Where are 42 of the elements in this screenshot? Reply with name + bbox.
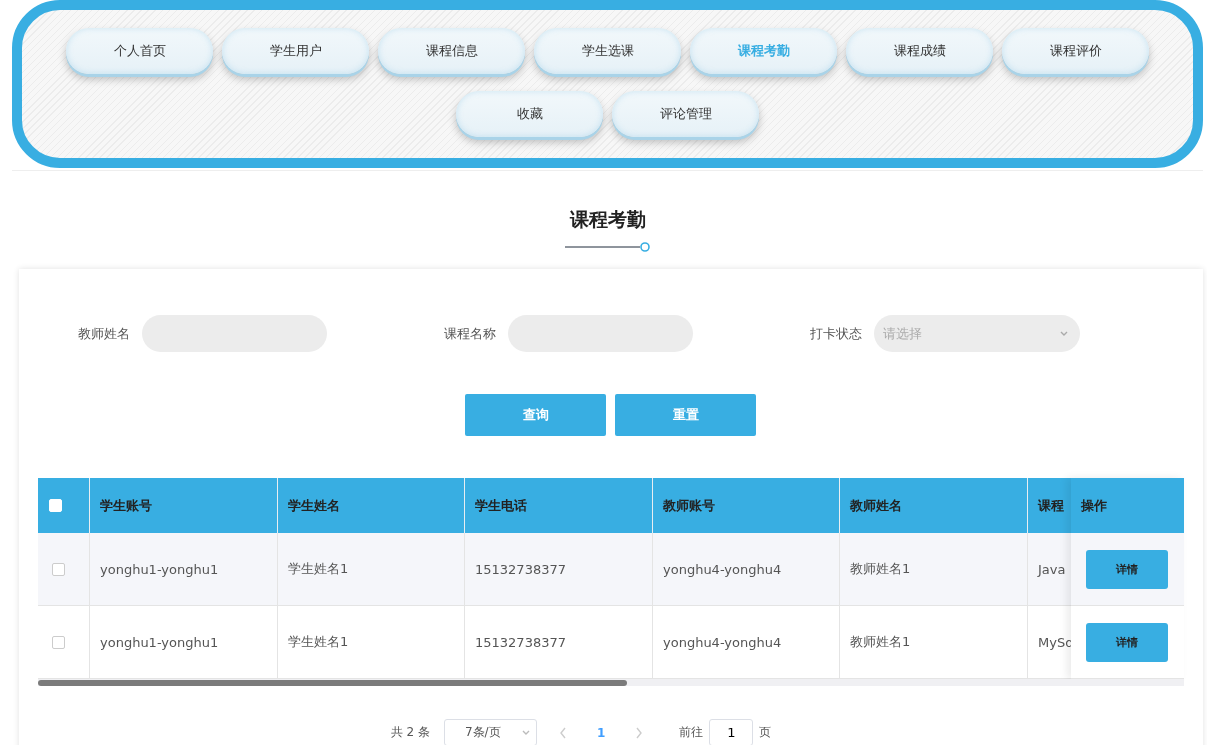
table-cell: 15132738377 [465, 533, 653, 606]
table-cell: 15132738377 [465, 606, 653, 679]
table-cell: yonghu4-yonghu4 [653, 606, 840, 679]
goto-page-field[interactable]: 1 [709, 719, 754, 745]
table-cell: 学生姓名1 [278, 606, 465, 679]
select-all-checkbox[interactable] [49, 499, 62, 512]
column-header: 教师账号 [653, 478, 840, 533]
next-page-icon[interactable] [635, 726, 644, 739]
page-size-select[interactable]: 7条/页 [443, 719, 537, 745]
column-header: 学生账号 [90, 478, 278, 533]
nav-button[interactable]: 学生选课 [534, 28, 681, 74]
nav-button[interactable]: 收藏 [456, 91, 603, 137]
row-checkbox[interactable] [52, 635, 65, 649]
table-cell: 学生姓名1 [278, 533, 465, 606]
table-cell: 教师姓名1 [840, 606, 1028, 679]
row-checkbox[interactable] [52, 562, 65, 576]
goto-label: 前往 [679, 724, 704, 741]
column-header: 学生电话 [465, 478, 653, 533]
total-count: 共 2 条 [390, 724, 430, 741]
page-title: 课程考勤 [569, 207, 646, 232]
filter-label: 打卡状态 [810, 324, 862, 343]
column-header: 教师姓名 [840, 478, 1028, 533]
page-suffix: 页 [759, 724, 772, 741]
table-cell: yonghu4-yonghu4 [653, 533, 840, 606]
column-header: 操作 [1071, 478, 1184, 533]
nav-button[interactable]: 课程信息 [378, 28, 525, 74]
nav-button[interactable]: 个人首页 [66, 28, 213, 74]
prev-page-icon[interactable] [558, 726, 567, 739]
nav-button[interactable]: 学生用户 [222, 28, 369, 74]
title-underline-icon [564, 242, 651, 252]
nav-button[interactable]: 评论管理 [612, 91, 759, 137]
scrollbar-thumb[interactable] [38, 680, 627, 686]
table-cell: yonghu1-yonghu1 [90, 606, 278, 679]
table-cell: yonghu1-yonghu1 [90, 533, 278, 606]
filter-label: 课程名称 [444, 324, 496, 343]
details-button[interactable]: 详情 [1086, 549, 1168, 589]
table-cell: 教师姓名1 [840, 533, 1028, 606]
nav-button[interactable]: 课程成绩 [846, 28, 993, 74]
nav-button[interactable]: 课程评价 [1002, 28, 1149, 74]
filter-label: 教师姓名 [78, 324, 130, 343]
column-header: 学生姓名 [278, 478, 465, 533]
details-button[interactable]: 详情 [1086, 622, 1168, 662]
